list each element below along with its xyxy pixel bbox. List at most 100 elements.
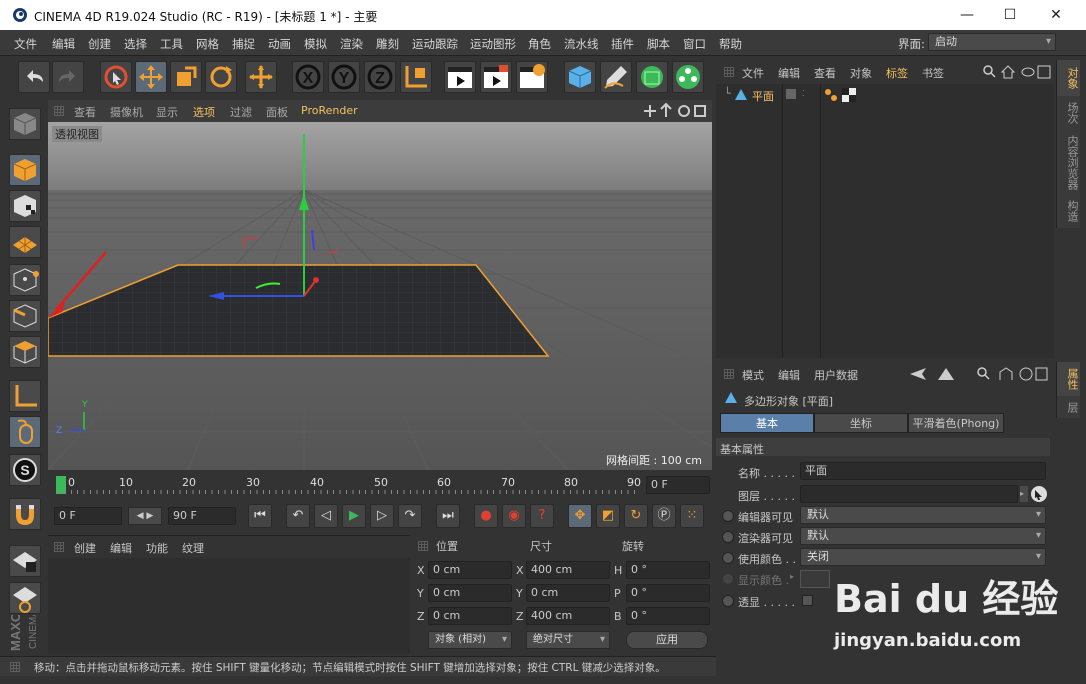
rotate-tool-button[interactable] [205,61,237,93]
workplane-lock-button[interactable] [9,545,41,577]
menu-motion-tracking[interactable]: 运动跟踪 [412,36,458,52]
attr-name-field[interactable]: 平面 [800,462,1046,480]
snap-button[interactable] [9,498,41,530]
maximize-button[interactable]: ☐ [987,0,1033,30]
layer-arrow-icon[interactable]: ▸ [1020,486,1028,502]
viewport-menu-prorender[interactable]: ProRender [301,104,358,117]
start-frame-field[interactable]: 0 F [54,507,122,525]
menu-help[interactable]: 帮助 [719,36,742,52]
record-pla-button[interactable]: ⁙ [680,504,704,528]
layer-icon[interactable] [786,89,796,99]
menu-render[interactable]: 渲染 [340,36,363,52]
menu-select[interactable]: 选择 [124,36,147,52]
rotation-h-field[interactable]: 0 ° [626,561,710,579]
radio-icon[interactable] [722,595,734,607]
scale-tool-button[interactable] [170,61,202,93]
object-manager-nav-icons[interactable] [982,64,1052,80]
axis-mode-button[interactable] [9,380,41,412]
live-selection-button[interactable] [100,61,132,93]
transform-tool-button[interactable] [245,61,277,93]
viewport-nav-icons[interactable] [644,103,708,119]
phong-tag-icon[interactable] [824,88,838,102]
perspective-viewport[interactable]: 透视视图 Y Z 网格间距 : 100 cm [48,122,712,470]
material-menu-edit[interactable]: 编辑 [110,540,132,556]
attr-layer-field[interactable] [800,485,1018,503]
go-to-end-button[interactable]: ⏭ [436,504,460,528]
size-y-field[interactable]: 0 cm [526,584,610,602]
rotation-p-field[interactable]: 0 ° [626,584,710,602]
menu-script[interactable]: 脚本 [647,36,670,52]
object-name[interactable]: 平面 [752,88,774,104]
menu-tools[interactable]: 工具 [160,36,183,52]
x-axis-lock-button[interactable]: X [292,61,324,93]
subdivision-surface-button[interactable] [636,61,668,93]
material-list-area[interactable] [48,558,410,654]
next-frame-button[interactable]: ▷ [370,504,394,528]
object-menu-objects[interactable]: 对象 [850,65,872,81]
texture-tag-icon[interactable] [842,88,856,102]
layout-dropdown[interactable]: 启动 [928,33,1056,51]
end-frame-field[interactable]: 90 F [168,507,236,525]
solo-button[interactable]: S [9,454,41,486]
viewport-menu-camera[interactable]: 摄像机 [110,104,143,120]
go-to-start-button[interactable]: ⏮ [248,504,272,528]
next-key-button[interactable]: ↷ [398,504,422,528]
edges-mode-button[interactable] [9,300,41,332]
side-tab-layers[interactable]: 层 [1056,396,1080,418]
attr-display-color-swatch[interactable] [800,570,830,588]
record-scale-button[interactable]: ◩ [596,504,620,528]
minimize-button[interactable]: — [944,0,990,30]
menu-simulate[interactable]: 模拟 [304,36,327,52]
frame-range-slider[interactable]: ◀ ▶ [128,507,162,525]
object-menu-tags[interactable]: 标签 [886,65,908,81]
model-mode-button[interactable] [9,154,41,186]
render-to-picture-viewer-button[interactable] [480,61,512,93]
play-button[interactable]: ▶ [342,504,366,528]
z-axis-lock-button[interactable]: Z [364,61,396,93]
viewport-menu-display[interactable]: 显示 [156,104,178,120]
radio-icon[interactable] [722,531,734,543]
mograph-cloner-button[interactable] [672,61,704,93]
workplane-button[interactable] [9,226,41,258]
object-menu-file[interactable]: 文件 [742,65,764,81]
tweak-mode-button[interactable] [9,416,41,448]
viewport-menu-panel[interactable]: 面板 [266,104,288,120]
menu-character[interactable]: 角色 [528,36,551,52]
record-active-button[interactable]: ● [474,504,498,528]
attr-tab-basic[interactable]: 基本 [720,413,814,433]
attr-menu-mode[interactable]: 模式 [742,367,764,383]
coordinate-system-button[interactable] [400,61,432,93]
size-z-field[interactable]: 400 cm [526,607,610,625]
make-editable-button[interactable] [9,108,41,140]
move-tool-button[interactable] [135,61,167,93]
side-tab-takes[interactable]: 场次 [1056,96,1080,130]
viewport-menu-options[interactable]: 选项 [193,104,215,120]
menu-sculpt[interactable]: 雕刻 [376,36,399,52]
attribute-nav-icons[interactable] [908,366,1048,382]
menu-mograph[interactable]: 运动图形 [470,36,516,52]
side-tab-attributes[interactable]: 属性 [1056,362,1080,396]
previous-frame-button[interactable]: ◁ [314,504,338,528]
material-menu-texture[interactable]: 纹理 [182,540,204,556]
close-button[interactable]: ✕ [1033,0,1079,30]
render-settings-button[interactable] [516,61,548,93]
record-parameter-button[interactable]: Ⓟ [652,504,676,528]
visibility-dots-icon[interactable]: ⁚ [802,89,805,98]
current-frame-field[interactable]: 0 F [646,476,710,494]
render-view-button[interactable] [444,61,476,93]
pick-object-icon[interactable] [1030,485,1048,503]
keyframe-selection-button[interactable]: ? [530,504,554,528]
object-menu-bookmarks[interactable]: 书签 [922,65,944,81]
menu-file[interactable]: 文件 [14,36,37,52]
rotation-b-field[interactable]: 0 ° [626,607,710,625]
polygons-mode-button[interactable] [9,336,41,368]
radio-icon[interactable] [722,510,734,522]
size-x-field[interactable]: 400 cm [526,561,610,579]
radio-icon[interactable] [722,552,734,564]
coordinate-mode-dropdown[interactable]: 对象 (相对) [428,631,512,649]
cube-object-button[interactable] [564,61,596,93]
apply-button[interactable]: 应用 [626,631,708,649]
menu-create[interactable]: 创建 [88,36,111,52]
side-tab-objects[interactable]: 对象 [1056,60,1080,96]
attr-render-visible-dropdown[interactable]: 默认 [800,527,1046,545]
